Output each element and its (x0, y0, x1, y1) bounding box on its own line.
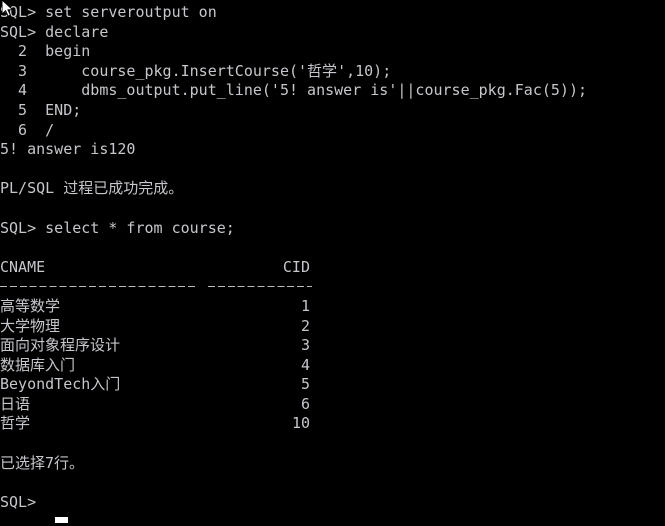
column-header-cname: CNAME (0, 257, 46, 276)
plsql-success-message: 过程已成功完成。 (63, 179, 184, 198)
table-header-row: CNAME CID (0, 258, 665, 278)
terminal-line-declare: SQL> declare (0, 22, 109, 41)
cell-cname: 数据库入门 (0, 355, 76, 374)
column-header-cid: CID (282, 257, 310, 276)
terminal-line-begin: 2 begin (0, 42, 91, 61)
table-row: 大学物理 2 (0, 317, 665, 337)
terminal-line-slash: 6 / (0, 120, 55, 139)
terminal-line-set-serveroutput: SQL> set serveroutput on (0, 3, 217, 21)
code-cjk-literal: 哲学 (307, 61, 338, 80)
table-row: 面向对象程序设计 3 (0, 336, 665, 356)
table-body: 高等数学 1 大学物理 2 面向对象程序设计 3 数据库入门 4 BeyondTech入门 5 日语… (0, 297, 665, 434)
row-count-prefix: 已选择 (0, 453, 46, 472)
cell-cname: 面向对象程序设计 (0, 336, 121, 355)
code-prefix: 3 course_pkg.InsertCourse(' (0, 61, 308, 80)
cell-cname: 哲学 (0, 414, 31, 433)
cell-cid: 1 (300, 296, 310, 315)
code-suffix: ',10); (337, 61, 392, 80)
terminal-window[interactable]: SQL> set serveroutput on SQL> declare 2 … (0, 0, 665, 526)
row-count-number: 7 (45, 453, 55, 472)
terminal-screen[interactable]: SQL> set serveroutput on SQL> declare 2 … (0, 3, 665, 512)
terminal-line-put-line: 4 dbms_output.put_line('5! answer is'||c… (0, 81, 587, 100)
table-separator-row (0, 277, 665, 297)
row-count-suffix: 行。 (54, 453, 85, 472)
separator-cname (0, 286, 198, 288)
table-row: BeyondTech入门 5 (0, 375, 665, 395)
plsql-label: PL/SQL (0, 179, 64, 198)
terminal-line-row-count: 已选择7行。 (0, 454, 665, 474)
cell-cname: 大学物理 (0, 316, 61, 335)
terminal-line-end: 5 END; (0, 100, 82, 119)
cell-cname: 日语 (0, 394, 31, 413)
cell-cid: 6 (300, 394, 310, 413)
cell-cid: 2 (300, 316, 310, 335)
cell-cid: 3 (300, 336, 310, 355)
separator-cid (208, 286, 312, 288)
terminal-line-select-query: SQL> select * from course; (0, 218, 235, 237)
table-row: 日语 6 (0, 395, 665, 415)
table-row: 哲学 10 (0, 414, 665, 434)
terminal-line-output-factorial: 5! answer is120 (0, 140, 136, 159)
terminal-line-plsql-success: PL/SQL 过程已成功完成。 (0, 179, 665, 199)
text-cursor (55, 517, 68, 523)
terminal-prompt-active[interactable]: SQL> (0, 493, 665, 513)
cell-cname: 高等数学 (0, 296, 61, 315)
table-row: 数据库入门 4 (0, 356, 665, 376)
cell-cid: 4 (300, 355, 310, 374)
terminal-line-insert-course: 3 course_pkg.InsertCourse('哲学',10); (0, 62, 665, 82)
cell-cid: 5 (300, 375, 310, 394)
table-row: 高等数学 1 (0, 297, 665, 317)
cell-cid: 10 (291, 414, 310, 433)
cell-cname: BeyondTech入门 (0, 375, 121, 394)
